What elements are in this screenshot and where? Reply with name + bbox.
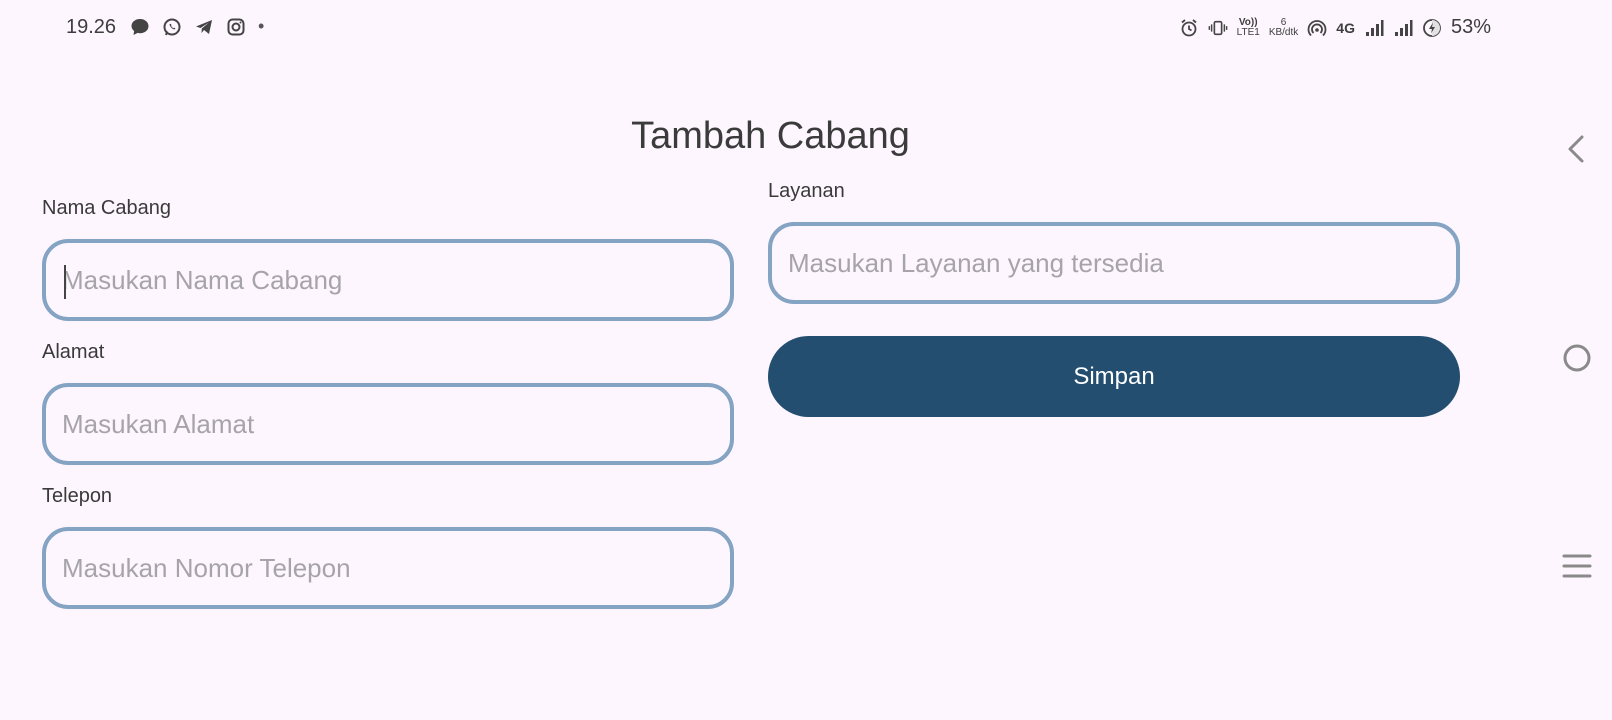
alamat-label: Alamat — [42, 341, 105, 363]
alamat-field[interactable] — [42, 383, 734, 465]
telepon-input[interactable] — [62, 552, 730, 584]
hotspot-icon — [1307, 18, 1327, 38]
nama-cabang-field[interactable] — [42, 239, 734, 321]
more-notifications-dot: • — [258, 16, 265, 36]
signal-icon — [1393, 18, 1413, 38]
telepon-field[interactable] — [42, 527, 734, 609]
network-type: 4G — [1336, 19, 1355, 36]
chat-bubble-icon — [130, 17, 150, 37]
status-bar: 19.26 • Vo)) LTE1 6 KB/dtk 4G 53% — [0, 0, 1541, 54]
recents-button[interactable] — [1561, 552, 1593, 584]
layanan-input[interactable] — [788, 247, 1456, 279]
telegram-icon — [194, 17, 214, 37]
back-icon — [1565, 134, 1589, 169]
status-time: 19.26 — [66, 16, 117, 38]
whatsapp-icon — [162, 17, 182, 37]
nama-cabang-input[interactable] — [62, 264, 730, 296]
screen: 19.26 • Vo)) LTE1 6 KB/dtk 4G 53% Tambah… — [0, 0, 1612, 720]
text-cursor — [64, 265, 66, 299]
alamat-input[interactable] — [62, 408, 730, 440]
recents-icon — [1562, 553, 1592, 584]
battery-charging-icon — [1422, 18, 1442, 38]
back-button[interactable] — [1561, 135, 1593, 167]
layanan-field[interactable] — [768, 222, 1460, 304]
nama-cabang-label: Nama Cabang — [42, 197, 171, 219]
instagram-icon — [226, 17, 246, 37]
telepon-label: Telepon — [42, 485, 113, 507]
alarm-icon — [1179, 18, 1199, 38]
page-title: Tambah Cabang — [631, 115, 910, 157]
volte-indicator: Vo)) LTE1 — [1236, 16, 1260, 38]
navigation-bar — [1541, 0, 1612, 720]
system-status: Vo)) LTE1 6 KB/dtk 4G 53% — [1179, 16, 1491, 39]
vibrate-icon — [1208, 18, 1228, 38]
notification-icons: • — [130, 16, 264, 37]
save-button[interactable]: Simpan — [768, 336, 1460, 417]
home-button[interactable] — [1561, 344, 1593, 376]
layanan-label: Layanan — [768, 180, 845, 202]
battery-percentage: 53% — [1450, 16, 1491, 38]
home-icon — [1562, 343, 1592, 378]
signal-icon — [1364, 18, 1384, 38]
network-speed: 6 KB/dtk — [1268, 16, 1299, 38]
